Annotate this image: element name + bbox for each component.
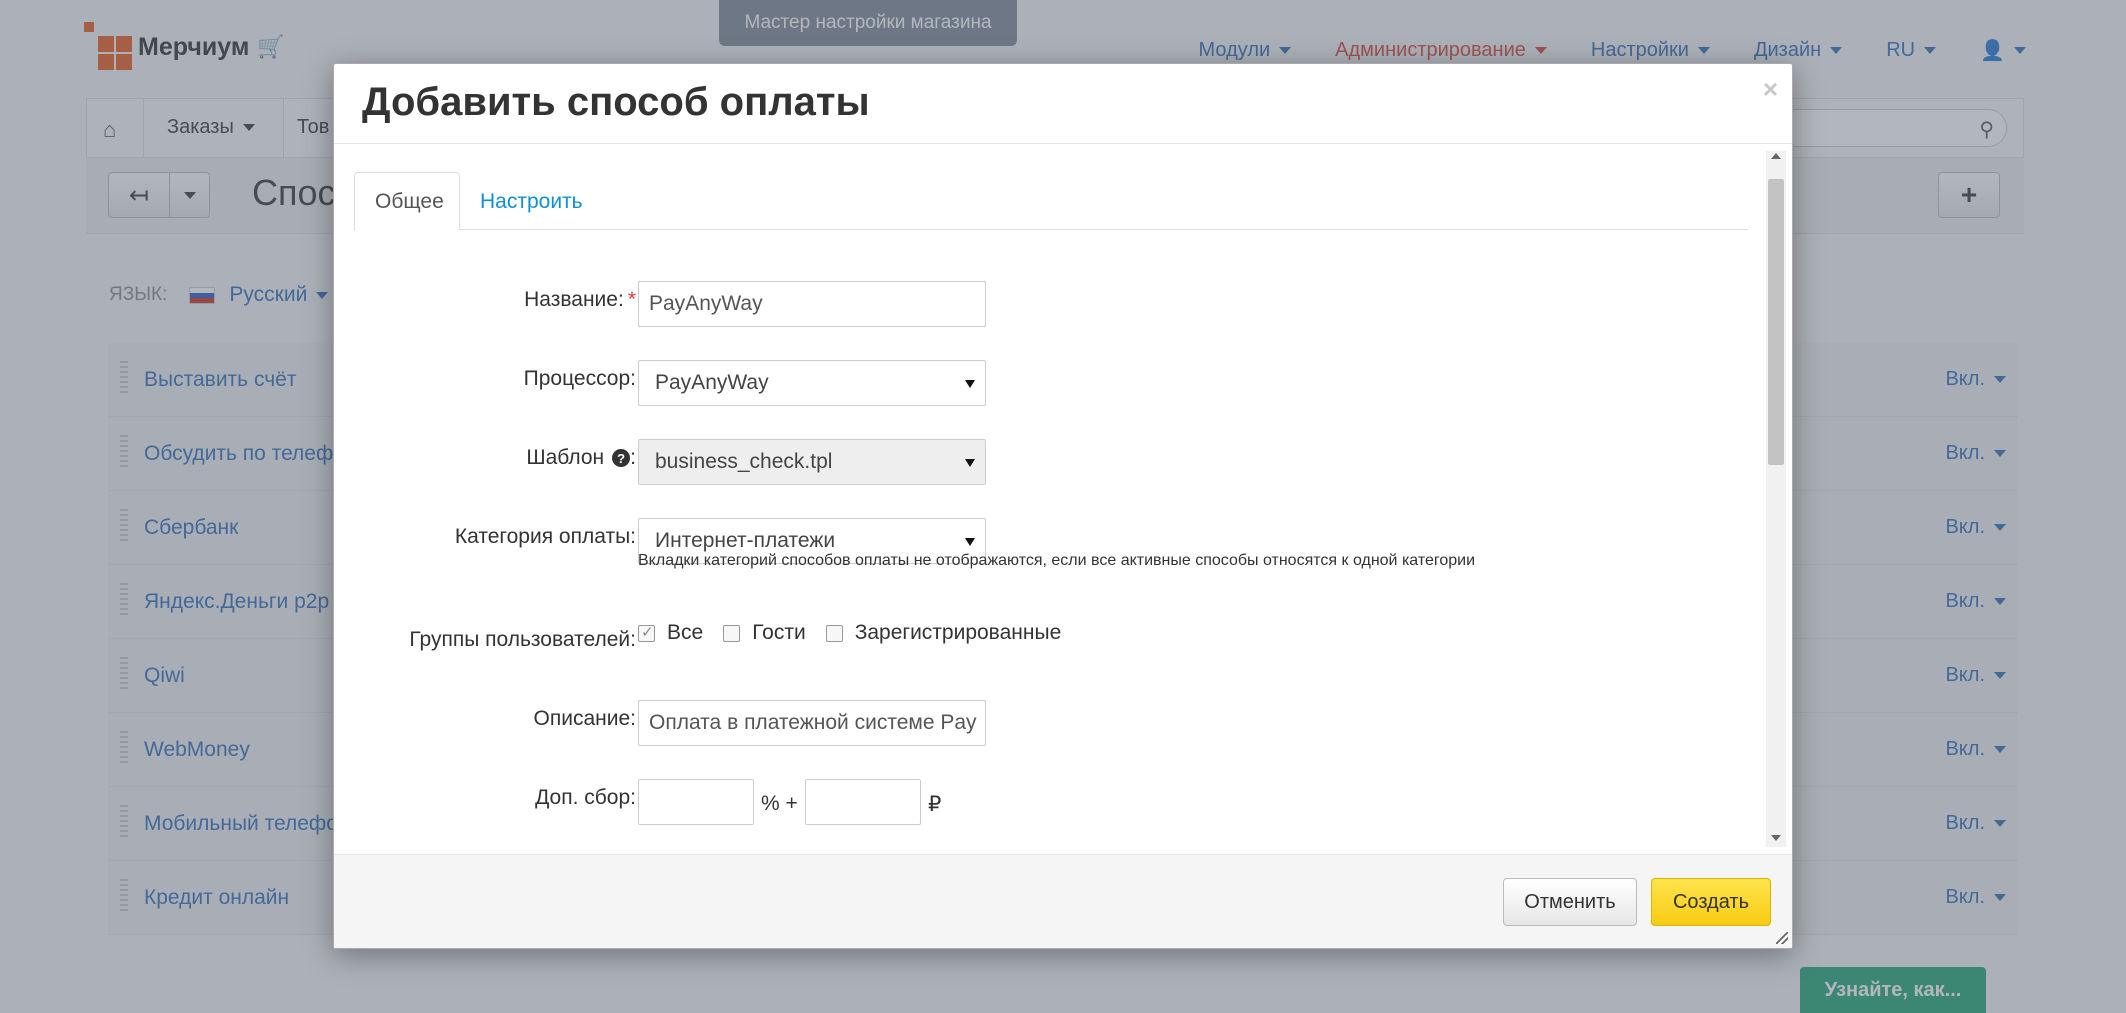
group-registered-checkbox[interactable]: [825, 624, 843, 642]
dialog-tabs: Общее Настроить: [354, 172, 1748, 231]
dialog-header: Добавить способ оплаты ×: [334, 64, 1792, 144]
group-registered-label[interactable]: Зарегистрированные: [855, 621, 1062, 645]
cancel-button[interactable]: Отменить: [1503, 878, 1637, 926]
scrollbar[interactable]: [1766, 151, 1786, 847]
group-guests-label[interactable]: Гости: [752, 621, 806, 645]
name-field-label: Название: *: [524, 288, 636, 312]
resize-handle-icon[interactable]: [1776, 932, 1788, 944]
description-input[interactable]: Оплата в платежной системе Pay: [638, 700, 986, 746]
create-button[interactable]: Создать: [1651, 878, 1771, 926]
processor-value: PayAnyWay: [655, 371, 769, 394]
user-groups-label: Группы пользователей:: [409, 628, 636, 651]
add-payment-dialog: Добавить способ оплаты × Общее Настроить…: [333, 63, 1793, 949]
dropdown-arrow-icon: [965, 459, 975, 467]
currency-sign: ₽: [928, 793, 942, 816]
required-marker: *: [627, 288, 636, 311]
dialog-body: [334, 145, 1794, 855]
close-icon[interactable]: ×: [1763, 74, 1778, 105]
help-icon[interactable]: ?: [612, 449, 631, 467]
category-hint: Вкладки категорий способов оплаты не ото…: [638, 552, 1476, 569]
template-label-text: Шаблон: [526, 446, 605, 469]
scrollbar-thumb[interactable]: [1768, 179, 1784, 465]
scroll-up-icon[interactable]: [1771, 153, 1781, 159]
scroll-down-icon[interactable]: [1771, 835, 1781, 841]
fee-percent-plus: % +: [761, 792, 798, 815]
description-field-label: Описание:: [533, 707, 636, 730]
user-groups-checkboxes: Все Гости Зарегистрированные: [638, 621, 1081, 645]
group-guests-checkbox[interactable]: [723, 624, 741, 642]
dialog-footer: Отменить Создать: [334, 854, 1792, 948]
tab-configure[interactable]: Настроить: [460, 172, 603, 231]
dropdown-arrow-icon: [965, 380, 975, 388]
dialog-title: Добавить способ оплаты: [362, 80, 870, 124]
group-all-checkbox[interactable]: [638, 623, 655, 642]
category-value: Интернет-платежи: [655, 529, 836, 552]
template-label-colon: :: [630, 446, 636, 469]
name-label-text: Название:: [524, 288, 624, 311]
fee-fixed-input[interactable]: [805, 779, 921, 825]
processor-select[interactable]: PayAnyWay: [638, 360, 986, 406]
dropdown-arrow-icon: [965, 538, 975, 546]
tab-general[interactable]: Общее: [354, 172, 460, 231]
processor-field-label: Процессор:: [523, 367, 636, 390]
template-value: business_check.tpl: [655, 450, 833, 473]
fee-percent-input[interactable]: [638, 779, 754, 825]
template-select[interactable]: business_check.tpl: [638, 439, 986, 485]
group-all-label[interactable]: Все: [667, 621, 703, 645]
fee-field-label: Доп. сбор:: [535, 786, 636, 809]
template-field-label: Шаблон?:: [526, 446, 636, 470]
category-field-label: Категория оплаты:: [454, 525, 636, 548]
name-input[interactable]: PayAnyWay: [638, 281, 986, 327]
